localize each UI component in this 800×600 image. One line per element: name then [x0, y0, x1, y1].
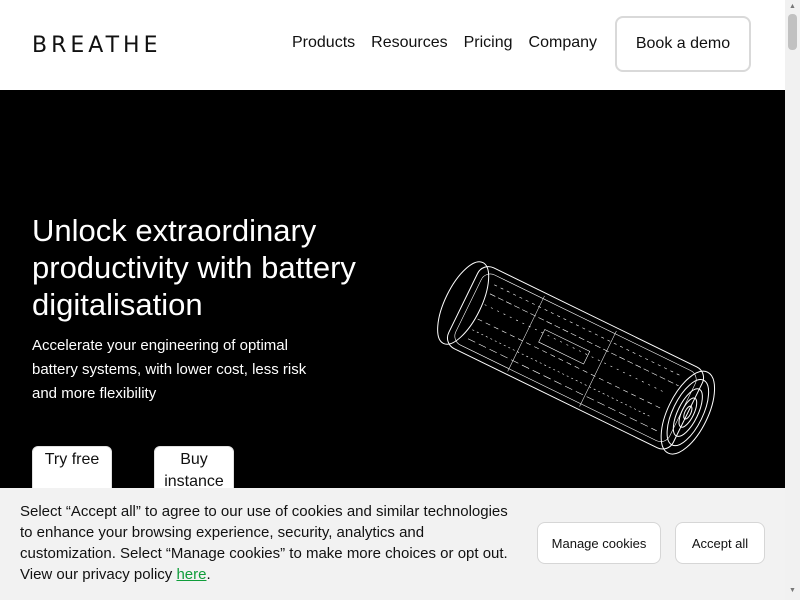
hero-subtitle: Accelerate your engineering of optimal b…: [32, 337, 307, 402]
cookie-message: Select “Accept all” to agree to our use …: [20, 501, 520, 585]
hero-title: Unlock extraordinary productivity with b…: [32, 213, 356, 322]
cookie-text: Select “Accept all” to agree to our use …: [20, 503, 508, 583]
nav-company[interactable]: Company: [529, 34, 597, 52]
main-nav: Products Resources Pricing Company: [292, 34, 597, 52]
scroll-up-arrow-icon[interactable]: ▲: [788, 2, 797, 12]
site-header: BREATHE Products Resources Pricing Compa…: [0, 0, 785, 90]
battery-wireframe-icon: [437, 261, 716, 455]
cookie-banner: Select “Accept all” to agree to our use …: [0, 488, 785, 600]
nav-pricing[interactable]: Pricing: [464, 34, 513, 52]
nav-products[interactable]: Products: [292, 34, 355, 52]
scroll-down-arrow-icon[interactable]: ▼: [788, 586, 797, 596]
scroll-thumb[interactable]: [788, 14, 797, 50]
privacy-policy-link[interactable]: here: [176, 566, 206, 583]
cookie-text-end: .: [206, 566, 211, 583]
book-demo-button[interactable]: Book a demo: [615, 16, 751, 72]
manage-cookies-button[interactable]: Manage cookies: [537, 522, 661, 564]
page-scrollbar[interactable]: ▲ ▼: [785, 0, 800, 600]
accept-all-button[interactable]: Accept all: [675, 522, 765, 564]
nav-resources[interactable]: Resources: [371, 34, 447, 52]
breathe-logo[interactable]: BREATHE: [32, 33, 162, 58]
